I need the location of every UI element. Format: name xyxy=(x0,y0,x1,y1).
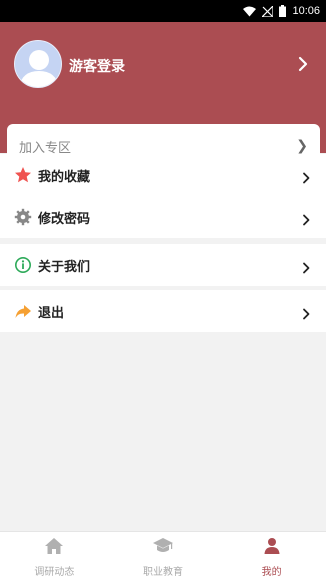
tab-label-mine: 我的 xyxy=(261,566,282,578)
bottom-nav: 调研动态 职业教育 我的 xyxy=(0,531,326,582)
status-bar: 10:06 xyxy=(0,0,326,22)
gear-icon xyxy=(14,208,32,226)
avatar[interactable] xyxy=(14,40,62,88)
profile-header[interactable]: 游客登录 加入专区 ❯ xyxy=(0,22,326,168)
tab-mine[interactable]: 我的 xyxy=(217,532,326,582)
menu-group-logout: 退出 xyxy=(0,290,326,332)
chevron-right-icon xyxy=(300,305,312,320)
menu-label-logout: 退出 xyxy=(38,305,65,321)
menu-label-change-password: 修改密码 xyxy=(38,211,91,227)
chevron-right-icon xyxy=(300,259,312,274)
chevron-right-icon xyxy=(300,211,312,226)
menu-item-change-password[interactable]: 修改密码 xyxy=(0,196,326,238)
person-icon xyxy=(263,537,281,559)
status-time: 10:06 xyxy=(292,5,320,17)
chevron-right-icon xyxy=(300,169,312,184)
home-icon xyxy=(44,537,64,559)
menu-label-favorites: 我的收藏 xyxy=(38,169,91,185)
menu-group-about: 关于我们 xyxy=(0,244,326,286)
graduation-cap-icon xyxy=(152,537,174,559)
tab-label-research-news: 调研动态 xyxy=(34,566,75,578)
menu-group-account: 我的收藏 修改密码 xyxy=(0,154,326,238)
battery-icon xyxy=(279,5,287,17)
menu-item-logout[interactable]: 退出 xyxy=(0,290,326,332)
no-signal-icon xyxy=(262,5,274,17)
menu-item-favorites[interactable]: 我的收藏 xyxy=(0,154,326,196)
menu-item-about[interactable]: 关于我们 xyxy=(0,244,326,286)
info-icon xyxy=(14,256,32,274)
chevron-right-icon[interactable] xyxy=(294,55,312,73)
menu-label-about: 关于我们 xyxy=(38,259,91,275)
join-zone-arrow-icon: ❯ xyxy=(296,138,308,154)
star-icon xyxy=(14,166,32,184)
join-zone-placeholder: 加入专区 xyxy=(19,140,72,156)
guest-login-label[interactable]: 游客登录 xyxy=(69,56,125,76)
tab-vocational-education[interactable]: 职业教育 xyxy=(109,532,218,582)
wifi-icon xyxy=(243,6,257,17)
share-arrow-icon xyxy=(14,302,32,320)
tab-label-vocational-education: 职业教育 xyxy=(143,566,183,578)
tab-research-news[interactable]: 调研动态 xyxy=(0,532,109,582)
